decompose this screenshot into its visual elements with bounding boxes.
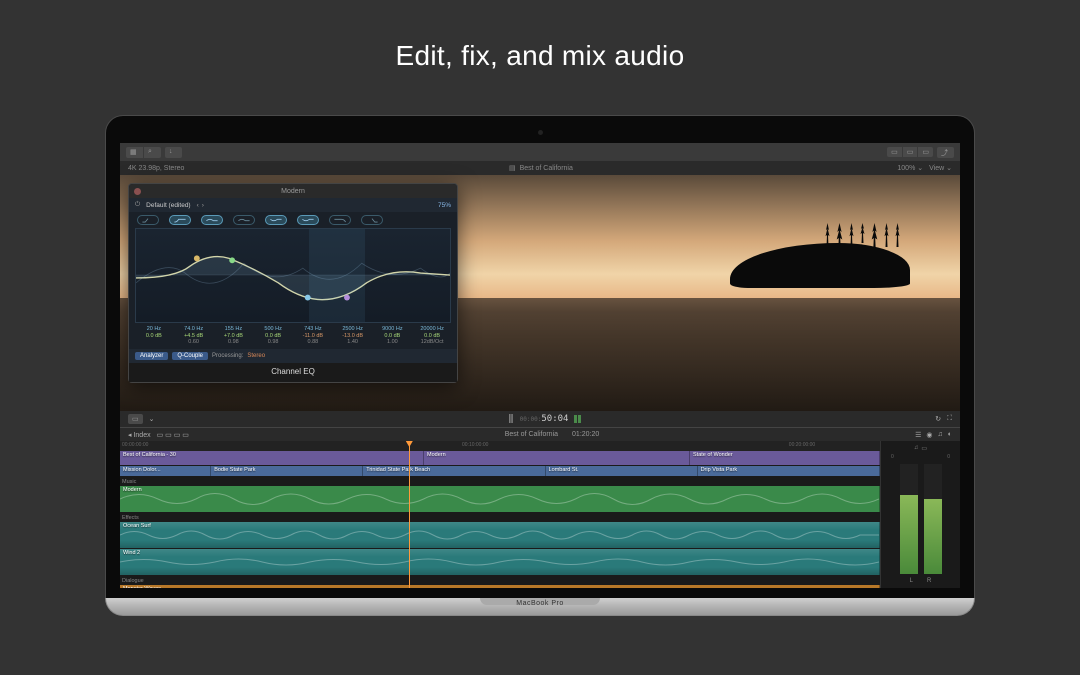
timeline-project-name: Best of California bbox=[505, 431, 558, 438]
processing-label: Processing: bbox=[212, 353, 243, 359]
meter-left bbox=[900, 464, 918, 574]
scene-trees bbox=[825, 223, 900, 253]
photos-icon: ▦ bbox=[130, 148, 139, 157]
band-8-button[interactable] bbox=[361, 215, 383, 225]
eq-preset-name[interactable]: Default (edited) bbox=[146, 202, 190, 209]
band-5-button[interactable] bbox=[265, 215, 287, 225]
laptop-frame: ▦ ⌕ ↓ ▭ ▭ ▭ ⤴ 4K 23.98p, Stereo ▤ Best o… bbox=[105, 115, 975, 616]
video-track-sub[interactable]: Mission Dolor... Bodie State Park Trinid… bbox=[120, 466, 880, 476]
eq-curve-display[interactable] bbox=[135, 228, 451, 323]
library-toggle-group: ▦ ⌕ bbox=[126, 147, 161, 158]
transport-bar: ▭ ⌄ ‖ 00:00:50:04 ↻ ⛶ bbox=[120, 411, 960, 427]
effects-section-label: Effects bbox=[120, 513, 880, 522]
format-info: 4K 23.98p, Stereo bbox=[128, 165, 184, 172]
dialogue-track[interactable]: Monster Waves bbox=[120, 585, 880, 588]
key-button[interactable]: ⌕ bbox=[144, 147, 161, 158]
eq-band-switches bbox=[129, 212, 457, 228]
project-title-text: Best of California bbox=[520, 165, 573, 172]
laptop-model-label: MacBook Pro bbox=[516, 600, 564, 607]
eq-footer: Analyzer Q-Couple Processing: Stereo bbox=[129, 349, 457, 363]
eq-preset-bar: ⏻ Default (edited) ‹› 75% bbox=[129, 198, 457, 212]
meter-settings-icon[interactable]: ▭ bbox=[921, 445, 927, 452]
index-button[interactable]: ◂ Index bbox=[128, 431, 151, 439]
down-arrow-icon: ↓ bbox=[169, 148, 178, 157]
view-list-button[interactable]: ▭ bbox=[903, 147, 918, 157]
meter-right bbox=[924, 464, 942, 574]
meter-label-r: R bbox=[927, 578, 931, 584]
solo-button[interactable]: ◐ bbox=[948, 431, 952, 438]
page-headline: Edit, fix, and mix audio bbox=[0, 0, 1080, 72]
band-4-button[interactable] bbox=[233, 215, 255, 225]
music-track[interactable]: Modern bbox=[120, 486, 880, 512]
stereo-label: Stereo bbox=[247, 353, 265, 359]
zoom-dropdown[interactable]: 100% ⌄ bbox=[897, 164, 923, 172]
close-icon[interactable] bbox=[134, 188, 141, 195]
view-dropdown[interactable]: View ⌄ bbox=[929, 164, 952, 172]
app-screen: ▦ ⌕ ↓ ▭ ▭ ▭ ⤴ 4K 23.98p, Stereo ▤ Best o… bbox=[120, 143, 960, 588]
timeline-right-buttons: ☰ ◉ ♫ ◐ bbox=[915, 431, 952, 439]
effects-track-1[interactable]: Ocean Surf bbox=[120, 522, 880, 548]
chevron-down-icon: ⌄ bbox=[917, 165, 923, 172]
chevron-down-icon[interactable]: ⌄ bbox=[149, 415, 155, 423]
loop-button[interactable]: ↻ bbox=[935, 415, 941, 423]
project-title-center: ▤ Best of California bbox=[184, 164, 897, 172]
audio-button[interactable]: ♫ bbox=[938, 431, 943, 438]
timecode-display: ‖ 00:00:50:04 bbox=[161, 414, 930, 424]
analyzer-button[interactable]: Analyzer bbox=[135, 352, 168, 360]
audio-meters-panel: ♫ ▭ 00 LR bbox=[880, 441, 960, 588]
key-icon: ⌕ bbox=[148, 148, 157, 157]
audio-meters bbox=[885, 460, 956, 578]
timeline-area: 00:00:00:00 00:10:00:00 00:20:00:00 Best… bbox=[120, 441, 960, 588]
prev-preset-button[interactable]: ‹ bbox=[197, 202, 199, 209]
effects-track-2[interactable]: Wind 2 bbox=[120, 549, 880, 575]
timeline-header: ◂ Index ▭ ▭ ▭ ▭ Best of California 01:20… bbox=[120, 427, 960, 441]
audio-meter-mini bbox=[574, 415, 581, 423]
next-preset-button[interactable]: › bbox=[202, 202, 204, 209]
band-3-button[interactable] bbox=[201, 215, 223, 225]
video-track-main[interactable]: Best of California - 30 Modern State of … bbox=[120, 451, 880, 465]
meter-label-l: L bbox=[910, 578, 913, 584]
eq-titlebar[interactable]: Modern bbox=[129, 184, 457, 198]
power-icon[interactable]: ⏻ bbox=[135, 201, 140, 209]
tool-group[interactable]: ▭ ▭ ▭ ▭ bbox=[157, 431, 189, 439]
band-2-button[interactable] bbox=[169, 215, 191, 225]
laptop-base: MacBook Pro bbox=[105, 598, 975, 616]
timeline-main[interactable]: 00:00:00:00 00:10:00:00 00:20:00:00 Best… bbox=[120, 441, 880, 588]
toolbar: ▦ ⌕ ↓ ▭ ▭ ▭ ⤴ bbox=[120, 143, 960, 161]
meter-headphones-icon[interactable]: ♫ bbox=[914, 445, 919, 452]
share-button[interactable]: ⤴ bbox=[937, 147, 954, 158]
chevron-down-icon: ⌄ bbox=[946, 165, 952, 172]
eq-readout-grid: 20 Hz0.0 dB 74.0 Hz+4.5 dB0.60 155 Hz+7.… bbox=[129, 323, 457, 349]
camera-dot bbox=[538, 130, 543, 135]
dialogue-section-label: Dialogue bbox=[120, 576, 880, 585]
music-section-label: Music bbox=[120, 477, 880, 486]
timeline-ruler[interactable]: 00:00:00:00 00:10:00:00 00:20:00:00 bbox=[120, 441, 880, 451]
timeline-duration: 01:20:20 bbox=[572, 431, 599, 438]
eq-mix-value[interactable]: 75% bbox=[438, 202, 451, 209]
skimming-button[interactable]: ☰ bbox=[915, 431, 921, 439]
qcouple-button[interactable]: Q-Couple bbox=[172, 352, 208, 360]
view-mode-group: ▭ ▭ ▭ bbox=[887, 147, 933, 157]
view-grid-button[interactable]: ▭ bbox=[887, 147, 902, 157]
band-6-button[interactable] bbox=[297, 215, 319, 225]
view-filmstrip-button[interactable]: ▭ bbox=[918, 147, 933, 157]
film-icon: ▤ bbox=[509, 164, 516, 172]
play-icon[interactable]: ‖ bbox=[508, 414, 513, 424]
band-1-button[interactable] bbox=[137, 215, 159, 225]
share-icon: ⤴ bbox=[941, 148, 950, 157]
playhead[interactable] bbox=[409, 441, 410, 588]
library-button[interactable]: ▦ bbox=[126, 147, 143, 158]
info-bar: 4K 23.98p, Stereo ▤ Best of California 1… bbox=[120, 161, 960, 175]
import-button[interactable]: ↓ bbox=[165, 147, 182, 158]
snap-button[interactable]: ◉ bbox=[926, 431, 932, 439]
channel-eq-panel[interactable]: Modern ⏻ Default (edited) ‹› 75% bbox=[128, 183, 458, 383]
band-7-button[interactable] bbox=[329, 215, 351, 225]
timeline-view-button[interactable]: ▭ bbox=[128, 414, 143, 424]
eq-title: Modern bbox=[281, 188, 305, 195]
fullscreen-button[interactable]: ⛶ bbox=[947, 415, 952, 423]
viewer-canvas: Modern ⏻ Default (edited) ‹› 75% bbox=[120, 175, 960, 411]
eq-caption: Channel EQ bbox=[129, 363, 457, 382]
